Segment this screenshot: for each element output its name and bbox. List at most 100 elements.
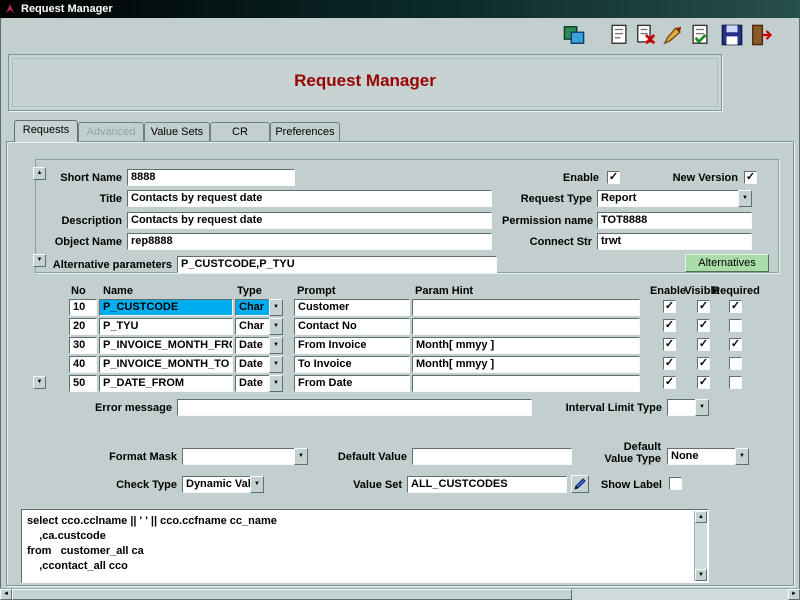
chevron-down-icon[interactable]: ▼ [269, 318, 283, 335]
connect-str-field[interactable]: trwt [597, 233, 752, 250]
row-hint[interactable]: Month[ mmyy ] [412, 356, 640, 373]
row-hint[interactable] [412, 318, 640, 335]
row-enable-checkbox[interactable] [663, 300, 676, 313]
sql-vertical-scrollbar[interactable]: ▲ ▼ [694, 511, 707, 581]
default-value-type-value: None [667, 448, 735, 465]
row-prompt[interactable]: To Invoice [294, 356, 410, 373]
row-prompt[interactable]: Customer [294, 299, 410, 316]
object-name-label: Object Name [47, 236, 122, 248]
navigator-icon[interactable] [563, 24, 585, 46]
row-required-checkbox[interactable] [729, 300, 742, 313]
title-field[interactable]: Contacts by request date [127, 190, 492, 207]
scroll-down-button[interactable]: ▼ [33, 376, 46, 389]
title-label: Title [47, 193, 122, 205]
row-no[interactable]: 40 [69, 356, 97, 373]
chevron-down-icon[interactable]: ▼ [269, 356, 283, 373]
error-message-field[interactable] [177, 399, 532, 416]
default-value-field[interactable] [412, 448, 572, 465]
copy-record-icon[interactable] [608, 24, 630, 46]
horizontal-scrollbar[interactable]: ◄ ► [0, 588, 800, 600]
tab-advanced[interactable]: Advanced [78, 122, 144, 142]
interval-limit-type-select[interactable]: ▼ [667, 399, 709, 416]
row-prompt[interactable]: Contact No [294, 318, 410, 335]
chevron-down-icon[interactable]: ▼ [738, 190, 752, 207]
row-name[interactable]: P_INVOICE_MONTH_TO [99, 356, 233, 373]
scroll-up-button[interactable]: ▲ [33, 167, 46, 180]
format-mask-select[interactable]: ▼ [182, 448, 308, 465]
paste-record-icon[interactable] [689, 24, 711, 46]
delete-record-icon[interactable] [635, 24, 657, 46]
row-hint[interactable]: Month[ mmyy ] [412, 337, 640, 354]
row-type-select[interactable]: Date ▼ [235, 375, 283, 392]
row-hint[interactable] [412, 299, 640, 316]
tab-requests[interactable]: Requests [14, 120, 78, 142]
scroll-left-arrow-icon[interactable]: ◄ [0, 589, 12, 600]
scroll-down-arrow-icon[interactable]: ▼ [695, 569, 707, 581]
row-required-checkbox[interactable] [729, 357, 742, 370]
row-no[interactable]: 20 [69, 318, 97, 335]
value-set-field[interactable]: ALL_CUSTCODES [407, 476, 567, 493]
row-type-select[interactable]: Char ▼ [235, 318, 283, 335]
check-type-select[interactable]: Dynamic Valu... ▼ [182, 476, 264, 493]
row-prompt[interactable]: From Date [294, 375, 410, 392]
new-version-checkbox[interactable] [744, 171, 757, 184]
chevron-down-icon[interactable]: ▼ [294, 448, 308, 465]
exit-icon[interactable] [750, 24, 772, 46]
tab-value-sets[interactable]: Value Sets [144, 122, 210, 142]
value-set-editor-button[interactable] [571, 475, 589, 493]
check-type-value: Dynamic Valu... [182, 476, 250, 493]
chevron-down-icon[interactable]: ▼ [250, 476, 264, 493]
tab-cr[interactable]: CR [210, 122, 270, 142]
row-visible-checkbox[interactable] [697, 319, 710, 332]
row-visible-checkbox[interactable] [697, 300, 710, 313]
row-enable-checkbox[interactable] [663, 338, 676, 351]
chevron-down-icon[interactable]: ▼ [735, 448, 749, 465]
short-name-field[interactable]: 8888 [127, 169, 295, 186]
row-required-checkbox[interactable] [729, 319, 742, 332]
save-icon[interactable] [721, 24, 743, 46]
alternatives-button[interactable]: Alternatives [685, 254, 769, 272]
chevron-down-icon[interactable]: ▼ [695, 399, 709, 416]
requests-tab-page: ▲ ▼ Short Name 8888 Enable New Version T… [6, 141, 794, 586]
row-type-value: Date [235, 375, 269, 392]
row-no[interactable]: 30 [69, 337, 97, 354]
scrollbar-thumb[interactable] [12, 589, 572, 600]
row-hint[interactable] [412, 375, 640, 392]
request-type-select[interactable]: Report ▼ [597, 190, 752, 207]
row-type-select[interactable]: Date ▼ [235, 337, 283, 354]
row-no[interactable]: 10 [69, 299, 97, 316]
permission-name-field[interactable]: TOT8888 [597, 212, 752, 229]
scroll-right-arrow-icon[interactable]: ► [788, 589, 800, 600]
chevron-down-icon[interactable]: ▼ [269, 337, 283, 354]
description-field[interactable]: Contacts by request date [127, 212, 492, 229]
show-label-checkbox[interactable] [669, 477, 682, 490]
row-type-select[interactable]: Char ▼ [235, 299, 283, 316]
row-name[interactable]: P_TYU [99, 318, 233, 335]
row-enable-checkbox[interactable] [663, 319, 676, 332]
col-prompt: Prompt [297, 285, 336, 297]
row-visible-checkbox[interactable] [697, 376, 710, 389]
row-enable-checkbox[interactable] [663, 376, 676, 389]
sql-text-area[interactable]: select cco.cclname || ' ' || cco.ccfname… [21, 509, 709, 583]
row-enable-checkbox[interactable] [663, 357, 676, 370]
edit-brush-icon[interactable] [662, 24, 684, 46]
row-prompt[interactable]: From Invoice [294, 337, 410, 354]
row-type-select[interactable]: Date ▼ [235, 356, 283, 373]
row-no[interactable]: 50 [69, 375, 97, 392]
scroll-up-arrow-icon[interactable]: ▲ [695, 511, 707, 523]
row-visible-checkbox[interactable] [697, 338, 710, 351]
enable-checkbox[interactable] [607, 171, 620, 184]
chevron-down-icon[interactable]: ▼ [269, 375, 283, 392]
object-name-field[interactable]: rep8888 [127, 233, 492, 250]
row-required-checkbox[interactable] [729, 338, 742, 351]
tab-preferences[interactable]: Preferences [270, 122, 340, 142]
row-name[interactable]: P_INVOICE_MONTH_FROM [99, 337, 233, 354]
row-visible-checkbox[interactable] [697, 357, 710, 370]
chevron-down-icon[interactable]: ▼ [269, 299, 283, 316]
row-name[interactable]: P_DATE_FROM [99, 375, 233, 392]
default-value-type-select[interactable]: None ▼ [667, 448, 749, 465]
scroll-down-button[interactable]: ▼ [33, 254, 46, 267]
row-required-checkbox[interactable] [729, 376, 742, 389]
alt-params-field[interactable]: P_CUSTCODE,P_TYU [177, 256, 497, 273]
row-name[interactable]: P_CUSTCODE [99, 299, 233, 316]
